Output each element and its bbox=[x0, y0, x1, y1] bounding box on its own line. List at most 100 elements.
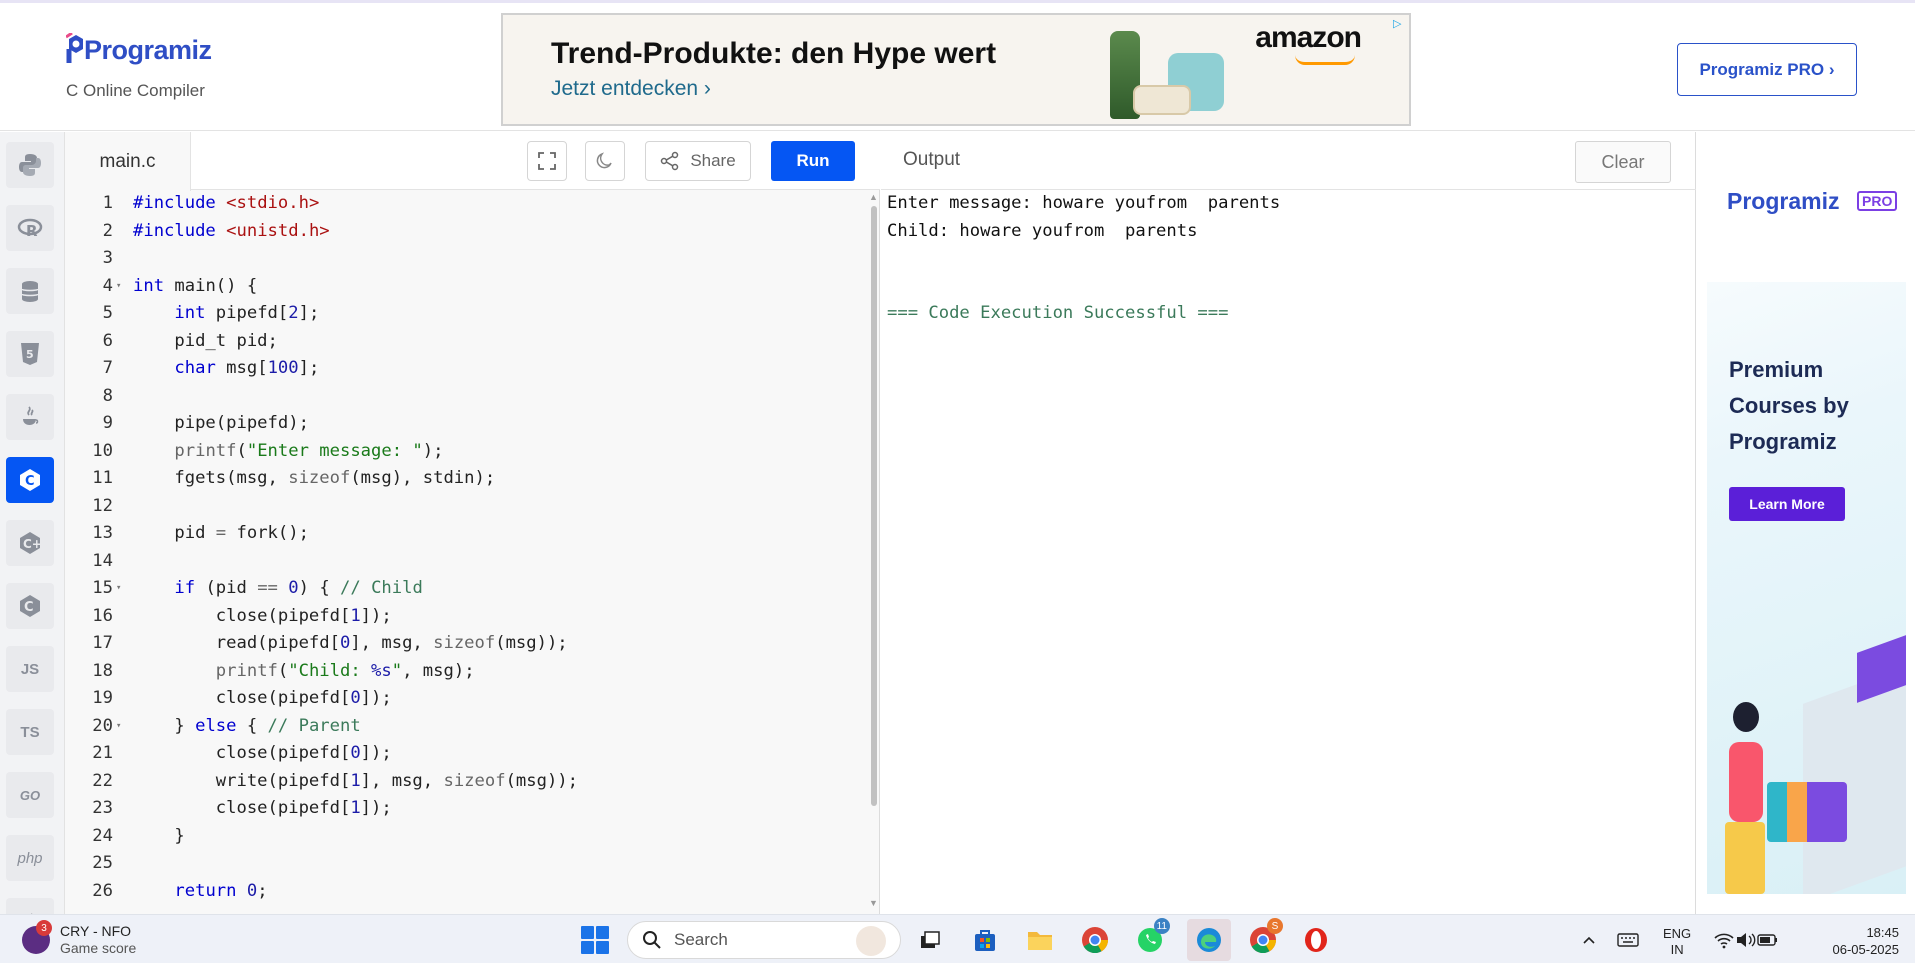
code-line[interactable]: 15 ▾ if (pid == 0) { // Child bbox=[65, 575, 865, 603]
scroll-up-icon[interactable]: ▲ bbox=[869, 192, 878, 202]
ad-link[interactable]: Jetzt entdecken › bbox=[551, 77, 711, 101]
output-title: Output bbox=[903, 149, 961, 170]
line-number: 1 bbox=[102, 193, 113, 213]
code-line[interactable]: 21 close(pipefd[0]); bbox=[65, 740, 865, 768]
sidebar-item-ts[interactable]: TS bbox=[6, 709, 54, 755]
code-line[interactable]: 24 } bbox=[65, 823, 865, 851]
edge-button[interactable] bbox=[1187, 919, 1231, 961]
sidebar-item-html[interactable]: 5 bbox=[6, 331, 54, 377]
ad-banner[interactable]: Trend-Produkte: den Hype wert Jetzt entd… bbox=[501, 13, 1411, 126]
editor-scrollbar[interactable]: ▲ ▼ bbox=[868, 190, 880, 914]
code-line[interactable]: 6 pid_t pid; bbox=[65, 328, 865, 356]
code-line[interactable]: 7 char msg[100]; bbox=[65, 355, 865, 383]
keyboard-icon bbox=[1617, 933, 1639, 947]
sidebar-item-python[interactable] bbox=[6, 142, 54, 188]
sidebar-item-java[interactable] bbox=[6, 394, 54, 440]
sidebar-item-js[interactable]: JS bbox=[6, 646, 54, 692]
fullscreen-button[interactable] bbox=[527, 141, 567, 181]
ad-info-icon[interactable]: ▷ bbox=[1393, 17, 1407, 31]
code-line[interactable]: 3 bbox=[65, 245, 865, 273]
file-explorer-button[interactable] bbox=[1022, 922, 1058, 958]
scroll-down-icon[interactable]: ▼ bbox=[869, 898, 878, 908]
whatsapp-button[interactable]: 11 bbox=[1132, 918, 1170, 958]
code-line[interactable]: 13 pid = fork(); bbox=[65, 520, 865, 548]
code-line[interactable]: 19 close(pipefd[0]); bbox=[65, 685, 865, 713]
code-line[interactable]: 20 ▾ } else { // Parent bbox=[65, 713, 865, 741]
news-widget[interactable]: 3 CRY - NFO Game score bbox=[22, 920, 137, 957]
whatsapp-badge: 11 bbox=[1153, 918, 1170, 934]
wifi-icon bbox=[1714, 933, 1734, 949]
code-text: pipe(pipefd); bbox=[133, 413, 309, 433]
code-line[interactable]: 16 close(pipefd[1]); bbox=[65, 603, 865, 631]
line-number: 6 bbox=[102, 330, 113, 351]
code-line[interactable]: 11 fgets(msg, sizeof(msg), stdin); bbox=[65, 465, 865, 493]
line-number: 24 bbox=[92, 825, 113, 846]
code-line[interactable]: 23 close(pipefd[1]); bbox=[65, 795, 865, 823]
code-line[interactable]: 5 int pipefd[2]; bbox=[65, 300, 865, 328]
code-line[interactable]: 9 pipe(pipefd); bbox=[65, 410, 865, 438]
programiz-pro-button[interactable]: Programiz PRO › bbox=[1677, 43, 1857, 96]
fold-toggle-icon[interactable]: ▾ bbox=[116, 713, 121, 741]
code-text: close(pipefd[1]); bbox=[133, 605, 392, 626]
code-line[interactable]: 14 bbox=[65, 548, 865, 576]
start-button[interactable] bbox=[581, 926, 609, 954]
code-line[interactable]: 18 printf("Child: %s", msg); bbox=[65, 658, 865, 686]
line-number: 13 bbox=[92, 523, 113, 543]
code-text: int pipefd[2]; bbox=[174, 303, 320, 323]
pro-ad-logo: Programiz bbox=[1727, 188, 1840, 214]
sidebar-item-php[interactable]: php bbox=[6, 835, 54, 881]
code-line[interactable]: 17 read(pipefd[0], msg, sizeof(msg)); bbox=[65, 630, 865, 658]
microsoft-store-button[interactable] bbox=[967, 922, 1003, 958]
file-tab-main-c[interactable]: main.c bbox=[65, 132, 191, 191]
dark-mode-button[interactable] bbox=[585, 141, 625, 181]
task-view-button[interactable] bbox=[912, 922, 948, 958]
language-indicator[interactable]: ENG IN bbox=[1663, 926, 1691, 958]
output-console[interactable]: Enter message: howare youfrom parents Ch… bbox=[887, 190, 1280, 328]
code-line[interactable]: 2 #include <unistd.h> bbox=[65, 218, 865, 246]
system-tray-status[interactable] bbox=[1706, 922, 1786, 958]
svg-text:C: C bbox=[24, 600, 34, 615]
code-line[interactable]: 12 bbox=[65, 493, 865, 521]
chrome-profile-button[interactable]: S bbox=[1245, 918, 1283, 958]
code-line[interactable]: 4 ▾ int main() { bbox=[65, 273, 865, 301]
share-button[interactable]: Share bbox=[645, 141, 751, 181]
editor-scroll-thumb[interactable] bbox=[871, 206, 877, 806]
taskbar-search[interactable]: Search bbox=[627, 921, 901, 959]
line-number: 2 bbox=[102, 220, 113, 241]
news-subtitle: Game score bbox=[60, 940, 137, 956]
code-line[interactable]: 1 #include <stdio.h> bbox=[65, 190, 865, 218]
run-button[interactable]: Run bbox=[771, 141, 855, 181]
illustration-platform bbox=[1803, 660, 1906, 894]
sidebar-item-swift[interactable] bbox=[6, 898, 54, 914]
code-text: close(pipefd[1]); bbox=[133, 798, 392, 818]
right-ad-panel[interactable]: Programiz PRO Premium Courses by Program… bbox=[1697, 132, 1915, 914]
fold-toggle-icon[interactable]: ▾ bbox=[116, 575, 121, 603]
learn-more-button[interactable]: Learn More bbox=[1729, 487, 1845, 521]
chrome-button[interactable] bbox=[1077, 922, 1113, 958]
programiz-pro-ad[interactable]: Programiz PRO Premium Courses by Program… bbox=[1707, 142, 1906, 894]
clock[interactable]: 18:45 06-05-2025 bbox=[1813, 924, 1900, 958]
execution-success-message: === Code Execution Successful === bbox=[887, 303, 1229, 323]
sidebar-item-cpp[interactable]: C+ bbox=[6, 520, 54, 566]
sidebar-item-sql[interactable] bbox=[6, 268, 54, 314]
code-line[interactable]: 10 printf("Enter message: "); bbox=[65, 438, 865, 466]
sidebar-item-csharp[interactable]: C bbox=[6, 583, 54, 629]
code-line[interactable]: 22 write(pipefd[1], msg, sizeof(msg)); bbox=[65, 768, 865, 796]
code-line[interactable]: 25 bbox=[65, 850, 865, 878]
opera-button[interactable] bbox=[1298, 922, 1334, 958]
code-line[interactable]: 26 return 0; bbox=[65, 878, 865, 906]
folder-icon bbox=[1028, 932, 1052, 950]
code-text: write(pipefd[1], msg, sizeof(msg)); bbox=[133, 770, 578, 791]
code-text: fgets(msg, sizeof(msg), stdin); bbox=[133, 468, 496, 488]
code-line[interactable]: 8 bbox=[65, 383, 865, 411]
keyboard-button[interactable] bbox=[1610, 922, 1646, 958]
show-hidden-icons-button[interactable] bbox=[1571, 922, 1607, 958]
programiz-logo[interactable]: Programiz bbox=[65, 31, 212, 67]
clear-button[interactable]: Clear bbox=[1575, 141, 1671, 183]
sidebar-item-r[interactable]: R bbox=[6, 205, 54, 251]
code-area[interactable]: 1 #include <stdio.h> 2 #include <unistd.h> 3… bbox=[65, 190, 865, 914]
fold-toggle-icon[interactable]: ▾ bbox=[116, 273, 121, 301]
r-icon: R bbox=[17, 218, 43, 240]
sidebar-item-go[interactable]: GO bbox=[6, 772, 54, 818]
sidebar-item-c[interactable]: C bbox=[6, 457, 54, 503]
